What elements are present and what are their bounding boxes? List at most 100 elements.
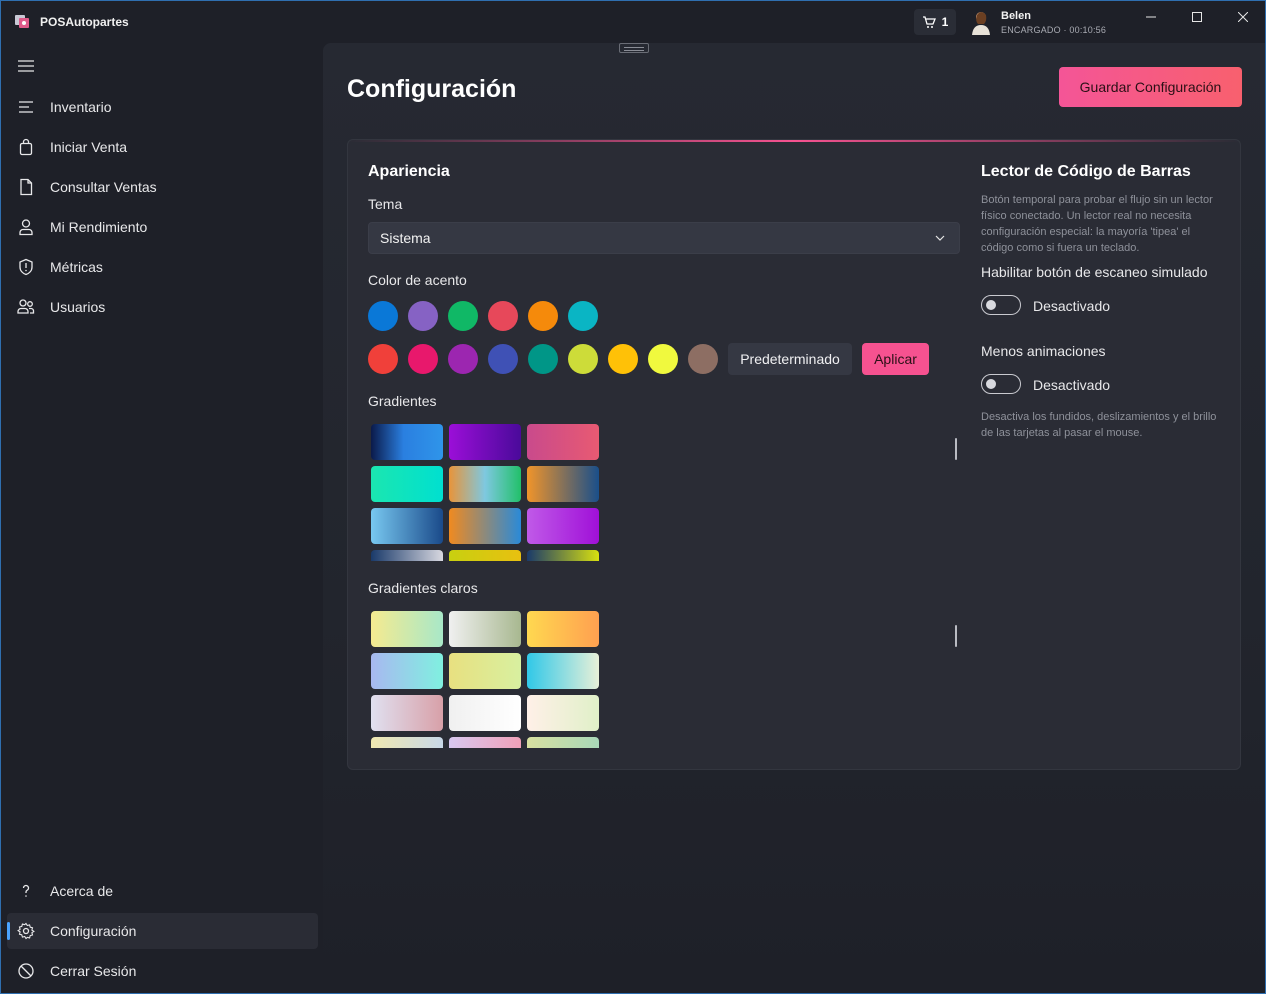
chevron-down-icon <box>935 235 945 241</box>
gradient-swatch[interactable] <box>527 466 599 502</box>
gradients-scrollbar[interactable] <box>955 438 957 460</box>
reduce-animations-description: Desactiva los fundidos, deslizamientos y… <box>981 411 1217 439</box>
document-icon <box>20 178 33 196</box>
reduce-animations-label: Menos animaciones <box>981 343 1106 359</box>
sidebar-item-consultar-ventas[interactable]: Consultar Ventas <box>7 169 318 205</box>
gradient-swatch[interactable] <box>449 550 521 561</box>
sidebar-item-acerca-de[interactable]: Acerca de <box>7 873 318 909</box>
gradient-swatch[interactable] <box>371 508 443 544</box>
accent-color-swatch[interactable] <box>488 301 518 331</box>
accent-color-swatch[interactable] <box>648 344 678 374</box>
gradients-grid <box>368 420 608 561</box>
shopping-bag-icon <box>19 138 33 156</box>
app-title: POSAutopartes <box>40 15 129 29</box>
cart-icon <box>922 15 936 28</box>
accent-color-label: Color de acento <box>368 272 467 288</box>
gradient-swatch[interactable] <box>527 424 599 460</box>
light-gradients-scrollbar[interactable] <box>955 625 957 647</box>
accent-color-swatch[interactable] <box>368 344 398 374</box>
simulated-scan-toggle[interactable] <box>981 295 1021 315</box>
accent-color-swatch[interactable] <box>688 344 718 374</box>
gradient-swatch[interactable] <box>371 466 443 502</box>
logout-icon <box>18 963 34 979</box>
simulated-scan-label: Habilitar botón de escaneo simulado <box>981 264 1208 280</box>
reduce-animations-toggle[interactable] <box>981 374 1021 394</box>
light-gradient-swatch[interactable] <box>449 611 521 647</box>
sidebar-item-label: Métricas <box>50 259 103 275</box>
maximize-icon <box>1192 12 1202 22</box>
gradient-swatch[interactable] <box>371 424 443 460</box>
gradient-swatch[interactable] <box>527 550 599 561</box>
page-title: Configuración <box>347 75 517 103</box>
cart-button[interactable]: 1 <box>914 9 956 35</box>
sidebar-item-usuarios[interactable]: Usuarios <box>7 289 318 325</box>
sidebar-item-label: Consultar Ventas <box>50 179 157 195</box>
gradient-swatch[interactable] <box>449 466 521 502</box>
light-gradient-swatch[interactable] <box>371 653 443 689</box>
theme-select[interactable]: Sistema <box>368 222 960 254</box>
gradients-label: Gradientes <box>368 393 437 409</box>
main-content: Configuración Guardar Configuración Apar… <box>323 43 1265 993</box>
accent-color-swatch[interactable] <box>608 344 638 374</box>
light-gradients-label: Gradientes claros <box>368 580 478 596</box>
theme-select-value: Sistema <box>380 230 431 246</box>
accent-color-swatch[interactable] <box>568 344 598 374</box>
default-accent-button[interactable]: Predeterminado <box>728 343 852 375</box>
accent-color-swatch[interactable] <box>368 301 398 331</box>
user-role-line: ENCARGADO · 00:10:56 <box>1001 25 1106 35</box>
minimize-button[interactable] <box>1128 1 1174 33</box>
gradient-swatch[interactable] <box>449 508 521 544</box>
accent-color-swatch[interactable] <box>408 301 438 331</box>
title-bar: POSAutopartes 1 Belen ENCARGADO · 00:10:… <box>1 1 1265 43</box>
sidebar-item-label: Usuarios <box>50 299 106 315</box>
barcode-heading: Lector de Código de Barras <box>981 163 1191 180</box>
sidebar-item-label: Inventario <box>50 99 112 115</box>
light-gradient-swatch[interactable] <box>449 737 521 748</box>
toggle-knob <box>986 379 996 389</box>
accent-color-swatch[interactable] <box>448 344 478 374</box>
gradient-swatch[interactable] <box>527 508 599 544</box>
user-role: ENCARGADO <box>1001 25 1061 35</box>
sidebar-item-iniciar-venta[interactable]: Iniciar Venta <box>7 129 318 165</box>
light-gradient-swatch[interactable] <box>527 737 599 748</box>
light-gradient-swatch[interactable] <box>527 653 599 689</box>
accent-color-swatch[interactable] <box>528 344 558 374</box>
maximize-button[interactable] <box>1174 1 1220 33</box>
avatar[interactable] <box>969 9 993 35</box>
gradient-swatch[interactable] <box>371 550 443 561</box>
light-gradient-swatch[interactable] <box>449 695 521 731</box>
barcode-description: Botón temporal para probar el flujo sin … <box>981 194 1213 254</box>
gradient-swatch[interactable] <box>449 424 521 460</box>
light-gradient-swatch[interactable] <box>527 611 599 647</box>
apply-accent-button[interactable]: Aplicar <box>862 343 929 375</box>
cart-count: 1 <box>941 15 949 29</box>
light-gradient-swatch[interactable] <box>371 737 443 748</box>
light-gradient-swatch[interactable] <box>371 611 443 647</box>
sidebar-item-label: Acerca de <box>50 883 114 899</box>
people-icon <box>17 299 35 314</box>
shield-icon <box>19 258 33 276</box>
list-icon <box>19 101 33 113</box>
sidebar-item-label: Mi Rendimiento <box>50 219 148 235</box>
drag-handle[interactable] <box>619 43 649 53</box>
sidebar: Inventario Iniciar Venta Consultar Venta… <box>1 43 323 993</box>
accent-color-swatch[interactable] <box>488 344 518 374</box>
appearance-heading: Apariencia <box>368 163 450 180</box>
sidebar-item-inventario[interactable]: Inventario <box>7 89 318 125</box>
accent-color-swatch[interactable] <box>568 301 598 331</box>
light-gradient-swatch[interactable] <box>371 695 443 731</box>
hamburger-menu-icon[interactable] <box>17 59 35 73</box>
sidebar-item-configuracion[interactable]: Configuración <box>7 913 318 949</box>
accent-color-swatch[interactable] <box>408 344 438 374</box>
save-configuration-button[interactable]: Guardar Configuración <box>1059 67 1242 107</box>
sidebar-item-cerrar-sesion[interactable]: Cerrar Sesión <box>7 953 318 989</box>
accent-color-swatch[interactable] <box>448 301 478 331</box>
sidebar-item-metricas[interactable]: Métricas <box>7 249 318 285</box>
sidebar-item-mi-rendimiento[interactable]: Mi Rendimiento <box>7 209 318 245</box>
light-gradient-swatch[interactable] <box>527 695 599 731</box>
accent-color-swatch[interactable] <box>528 301 558 331</box>
minimize-icon <box>1146 16 1156 18</box>
close-button[interactable] <box>1220 1 1265 33</box>
user-name: Belen <box>1001 10 1031 22</box>
light-gradient-swatch[interactable] <box>449 653 521 689</box>
